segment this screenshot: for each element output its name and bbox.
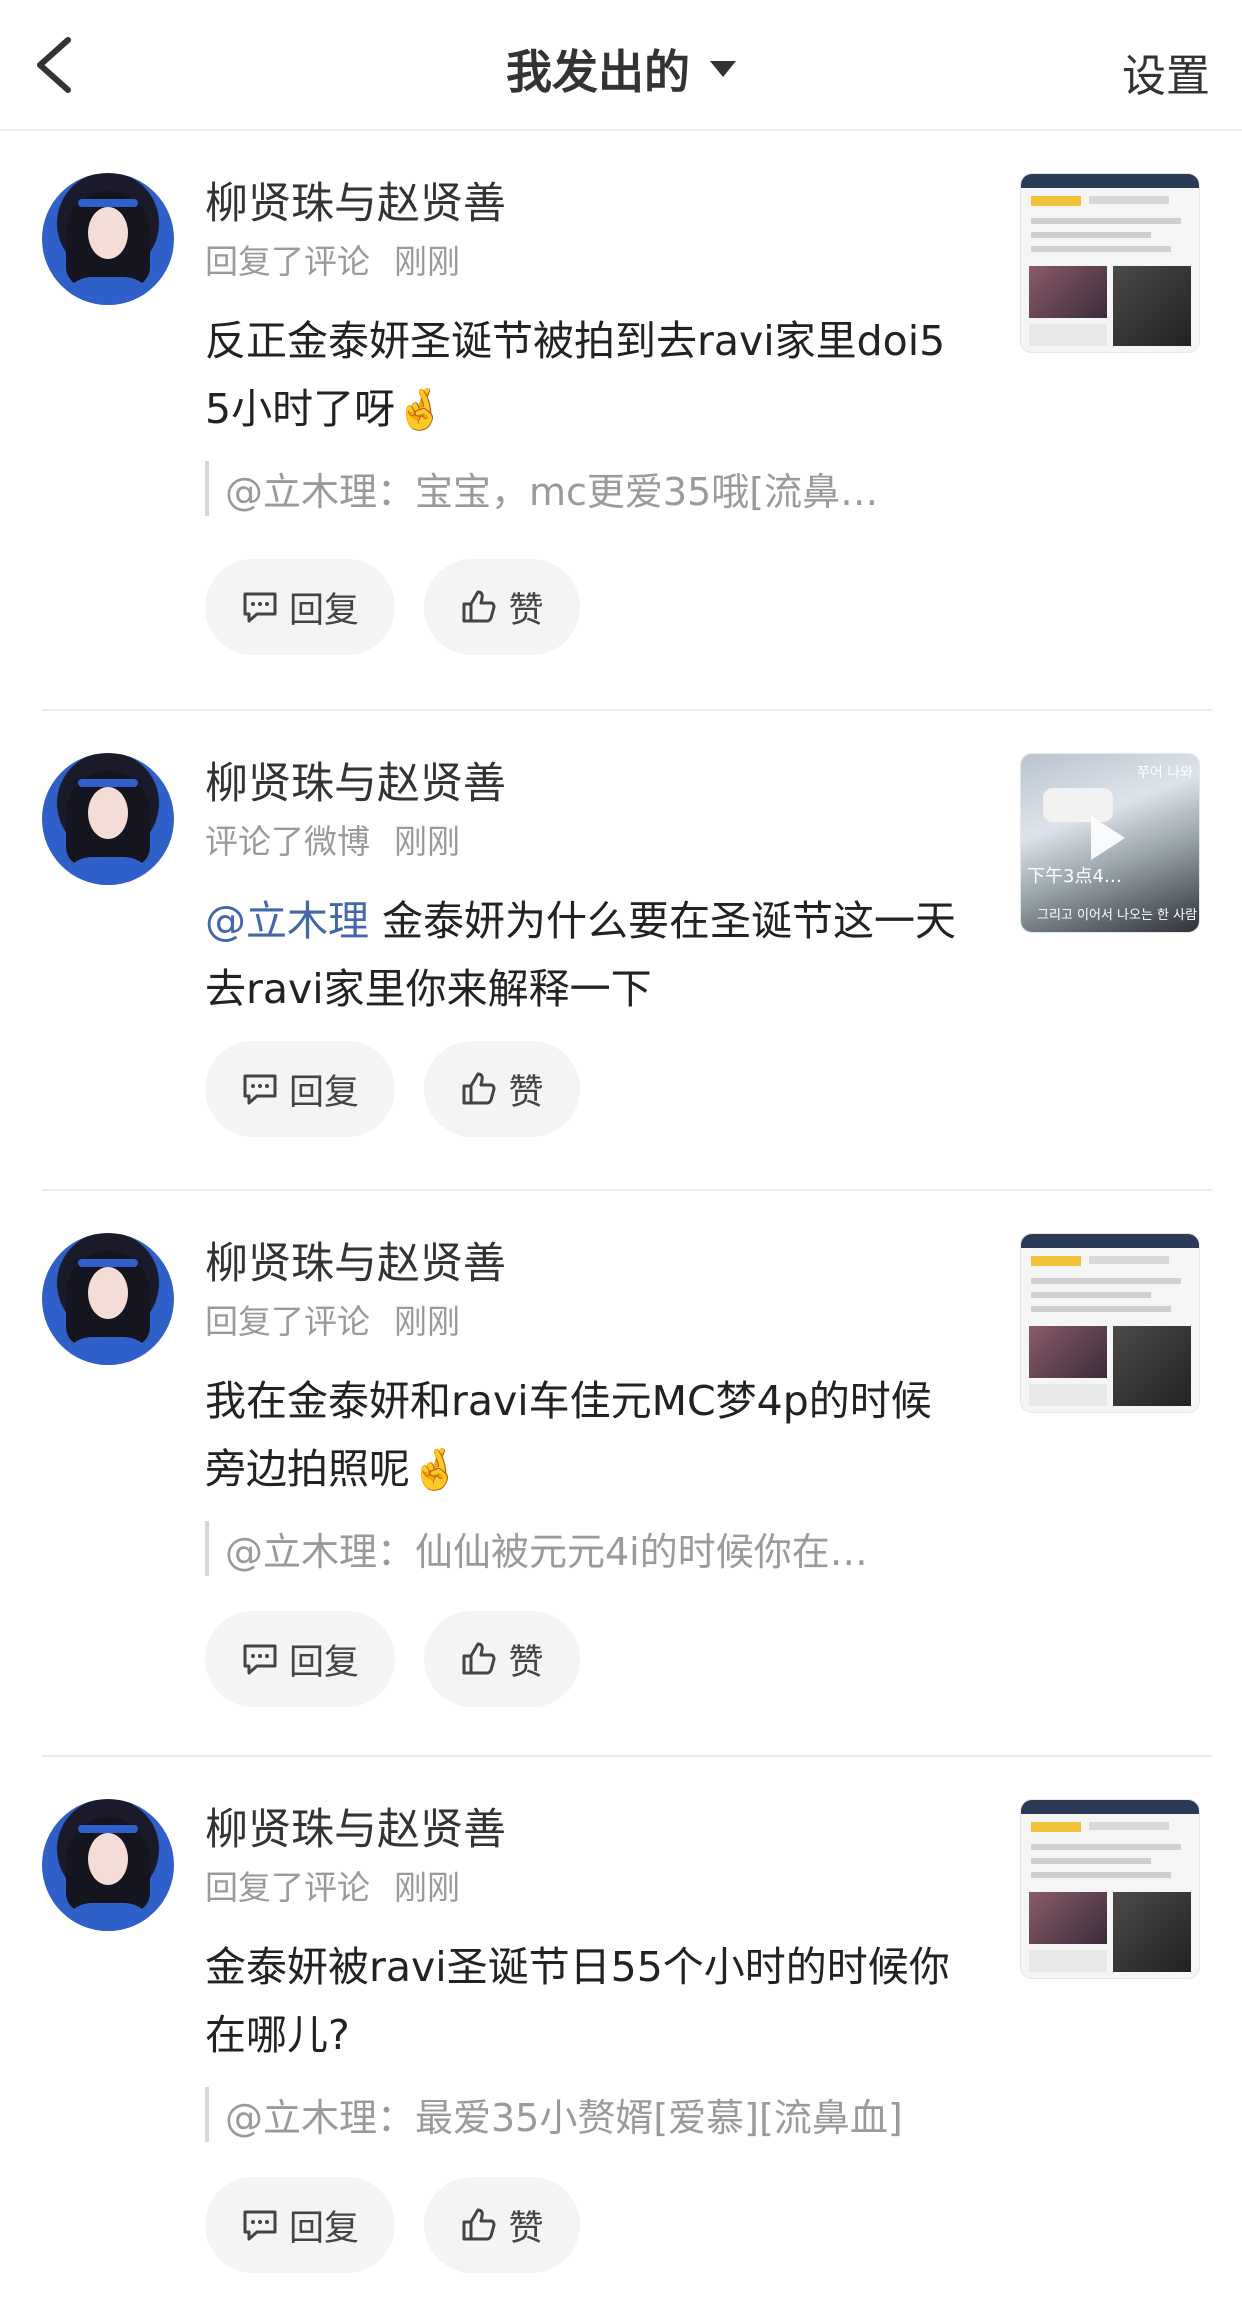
mention-link[interactable]: @立木理	[205, 897, 369, 945]
reply-label: 回复	[288, 1072, 359, 1113]
comment-text[interactable]: 金泰妍被ravi圣诞节日55个小时的时候你在哪儿?	[205, 1933, 965, 2069]
list-item[interactable]: 柳贤珠与赵贤善 回复了评论 刚刚 金泰妍被ravi圣诞节日55个小时的时候你在哪儿…	[0, 1757, 1242, 2307]
action-text: 评论了微博	[205, 822, 370, 861]
avatar[interactable]	[42, 173, 174, 305]
finger-heart-emoji: 🤞	[395, 387, 445, 433]
video-thumbnail[interactable]: 쭈어 나와 下午3点4… 그리고 이어서 나오는 한 사람	[1020, 753, 1200, 933]
action-text: 回复了评论	[205, 1868, 370, 1907]
thumbs-up-icon	[462, 590, 496, 623]
username[interactable]: 柳贤珠与赵贤善	[205, 1229, 506, 1291]
settings-button[interactable]: 设置	[1122, 40, 1210, 104]
like-button[interactable]: 赞	[424, 1611, 580, 1707]
comment-text[interactable]: @立木理 金泰妍为什么要在圣诞节这一天去ravi家里你来解释一下	[205, 887, 965, 1023]
like-label: 赞	[508, 2208, 544, 2249]
caret-down-icon	[710, 61, 736, 77]
avatar[interactable]	[42, 1799, 174, 1931]
comment-body: 我在金泰妍和ravi车佳元MC梦4p的时候旁边拍照呢	[205, 1377, 932, 1493]
page-title: 我发出的	[506, 45, 690, 99]
item-meta: 评论了微博 刚刚	[205, 815, 460, 863]
reply-button[interactable]: 回复	[205, 1611, 395, 1707]
username[interactable]: 柳贤珠与赵贤善	[205, 1795, 506, 1857]
comment-icon	[243, 1074, 277, 1105]
avatar[interactable]	[42, 753, 174, 885]
reply-label: 回复	[288, 2208, 359, 2249]
username[interactable]: 柳贤珠与赵贤善	[205, 169, 506, 231]
action-text: 回复了评论	[205, 242, 370, 281]
reply-button[interactable]: 回复	[205, 559, 395, 655]
post-thumbnail[interactable]	[1020, 1799, 1200, 1979]
comment-body: 反正金泰妍圣诞节被拍到去ravi家里doi55小时了呀	[205, 317, 946, 433]
comment-icon	[243, 592, 277, 623]
reply-button[interactable]: 回复	[205, 2177, 395, 2273]
avatar[interactable]	[42, 1233, 174, 1365]
like-label: 赞	[508, 1072, 544, 1113]
like-button[interactable]: 赞	[424, 1041, 580, 1137]
like-label: 赞	[508, 590, 544, 631]
reply-label: 回复	[288, 590, 359, 631]
post-thumbnail[interactable]	[1020, 173, 1200, 353]
timestamp: 刚刚	[394, 242, 460, 281]
reply-label: 回复	[288, 1642, 359, 1683]
comment-icon	[243, 1644, 277, 1675]
timestamp: 刚刚	[394, 1868, 460, 1907]
thumbs-up-icon	[462, 1072, 496, 1105]
comment-body: 金泰妍被ravi圣诞节日55个小时的时候你在哪儿?	[205, 1943, 950, 2059]
list-item[interactable]: 柳贤珠与赵贤善 回复了评论 刚刚 反正金泰妍圣诞节被拍到去ravi家里doi55小…	[0, 131, 1242, 711]
comment-list: 柳贤珠与赵贤善 回复了评论 刚刚 反正金泰妍圣诞节被拍到去ravi家里doi55小…	[0, 131, 1242, 2307]
like-button[interactable]: 赞	[424, 559, 580, 655]
like-button[interactable]: 赞	[424, 2177, 580, 2273]
comment-text[interactable]: 我在金泰妍和ravi车佳元MC梦4p的时候旁边拍照呢🤞	[205, 1367, 965, 1504]
play-icon	[1091, 816, 1125, 860]
timestamp: 刚刚	[394, 822, 460, 861]
item-meta: 回复了评论 刚刚	[205, 235, 460, 283]
action-text: 回复了评论	[205, 1302, 370, 1341]
item-meta: 回复了评论 刚刚	[205, 1295, 460, 1343]
top-nav-bar: 我发出的 设置	[0, 0, 1242, 131]
quoted-comment[interactable]: @立木理：宝宝，mc更爱35哦[流鼻…	[205, 461, 965, 516]
quoted-comment[interactable]: @立木理：最爱35小赘婿[爱慕][流鼻血]	[205, 2087, 965, 2142]
username[interactable]: 柳贤珠与赵贤善	[205, 749, 506, 811]
thumbs-up-icon	[462, 1642, 496, 1675]
list-item[interactable]: 柳贤珠与赵贤善 回复了评论 刚刚 我在金泰妍和ravi车佳元MC梦4p的时候旁边拍…	[0, 1191, 1242, 1757]
comment-text[interactable]: 反正金泰妍圣诞节被拍到去ravi家里doi55小时了呀🤞	[205, 307, 965, 444]
timestamp: 刚刚	[394, 1302, 460, 1341]
item-meta: 回复了评论 刚刚	[205, 1861, 460, 1909]
comment-icon	[243, 2210, 277, 2241]
finger-heart-emoji: 🤞	[410, 1447, 460, 1493]
list-item[interactable]: 柳贤珠与赵贤善 评论了微博 刚刚 @立木理 金泰妍为什么要在圣诞节这一天去ravi…	[0, 711, 1242, 1191]
thumbs-up-icon	[462, 2208, 496, 2241]
quoted-comment[interactable]: @立木理：仙仙被元元4i的时候你在…	[205, 1521, 965, 1576]
reply-button[interactable]: 回复	[205, 1041, 395, 1137]
video-subtitle: 그리고 이어서 나오는 한 사람	[1037, 908, 1198, 923]
video-caption: 下午3点4…	[1027, 866, 1122, 887]
like-label: 赞	[508, 1642, 544, 1683]
thumbnail-tag: 쭈어 나와	[1137, 765, 1193, 781]
post-thumbnail[interactable]	[1020, 1233, 1200, 1413]
title-dropdown[interactable]: 我发出的	[0, 36, 1242, 102]
